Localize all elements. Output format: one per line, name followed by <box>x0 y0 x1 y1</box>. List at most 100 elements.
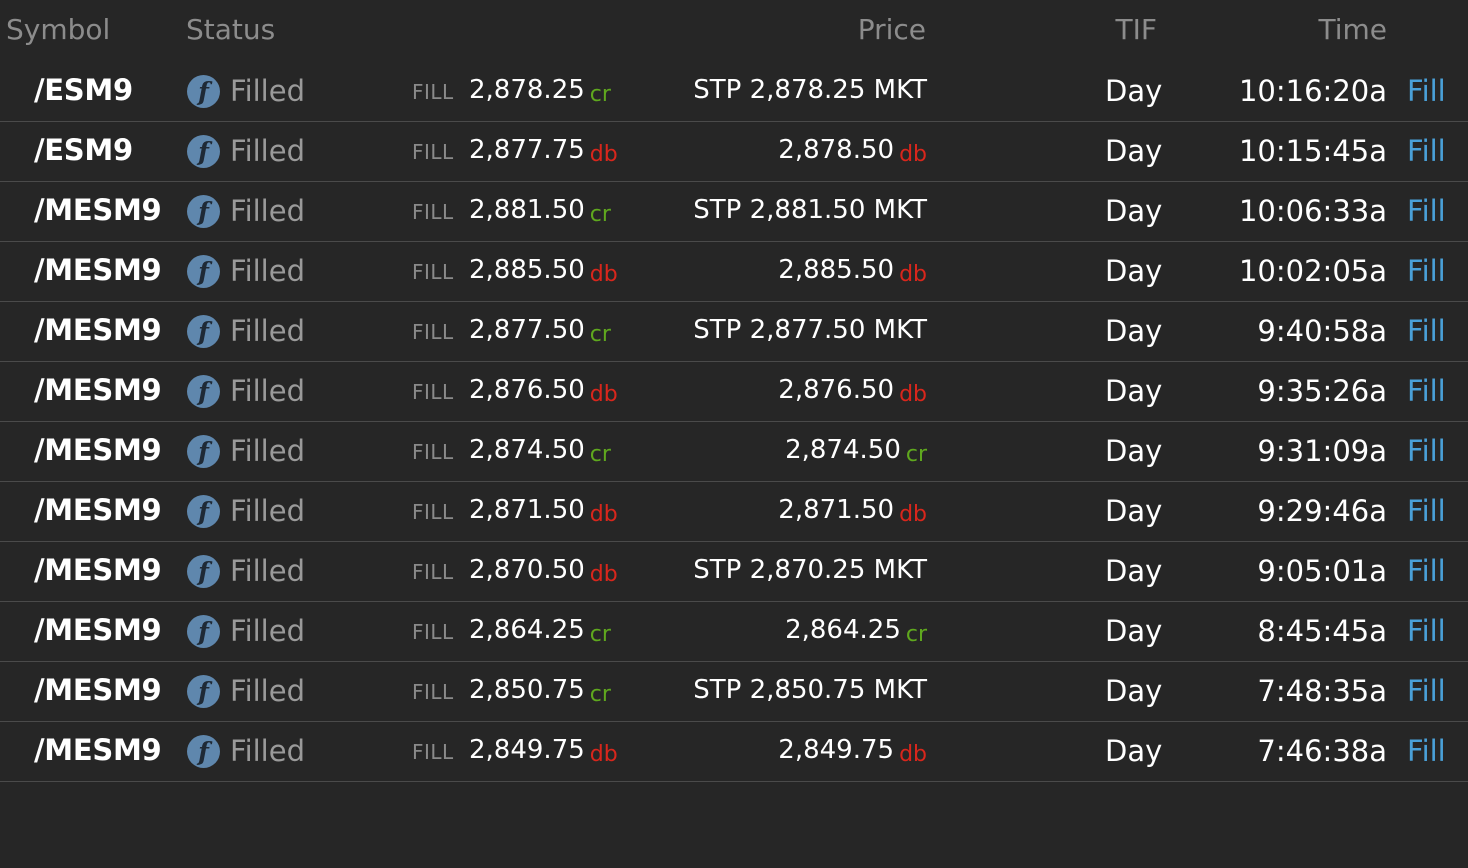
tif-cell: Day <box>1105 254 1163 288</box>
price-tag: cr <box>905 622 927 647</box>
status-cell: Filled <box>230 614 305 648</box>
status-cell: Filled <box>230 494 305 528</box>
symbol-cell[interactable]: /MESM9 <box>34 313 162 347</box>
time-cell: 9:31:09a <box>1257 434 1387 468</box>
filled-status-icon: f <box>187 495 220 528</box>
table-row[interactable]: /MESM9 f Filled FILL 2,876.50 db 2,876.50… <box>0 362 1468 422</box>
fill-link[interactable]: Fill <box>1407 134 1446 168</box>
filled-status-icon: f <box>187 555 220 588</box>
price-cell: STP 2,878.25 MKT <box>693 75 927 105</box>
table-row[interactable]: /MESM9 f Filled FILL 2,850.75 cr STP 2,85… <box>0 662 1468 722</box>
column-header-time[interactable]: Time <box>1318 13 1387 46</box>
fill-link[interactable]: Fill <box>1407 74 1446 108</box>
column-header-status[interactable]: Status <box>186 13 275 46</box>
fill-price-value: 2,849.75 <box>469 735 585 765</box>
tif-cell: Day <box>1105 554 1163 588</box>
status-cell: Filled <box>230 74 305 108</box>
price-value: STP 2,870.25 MKT <box>693 555 927 585</box>
symbol-cell[interactable]: /MESM9 <box>34 613 162 647</box>
table-row[interactable]: /ESM9 f Filled FILL 2,878.25 cr STP 2,878… <box>0 62 1468 122</box>
symbol-cell[interactable]: /ESM9 <box>34 73 133 107</box>
filled-status-icon: f <box>187 675 220 708</box>
fill-link[interactable]: Fill <box>1407 194 1446 228</box>
price-value: STP 2,850.75 MKT <box>693 675 927 705</box>
fill-link[interactable]: Fill <box>1407 674 1446 708</box>
fill-label: FILL <box>412 260 454 284</box>
tif-cell: Day <box>1105 74 1163 108</box>
symbol-cell[interactable]: /MESM9 <box>34 193 162 227</box>
symbol-cell[interactable]: /MESM9 <box>34 253 162 287</box>
price-tag: db <box>899 502 927 527</box>
table-row[interactable]: /MESM9 f Filled FILL 2,874.50 cr 2,874.50… <box>0 422 1468 482</box>
time-cell: 7:46:38a <box>1257 734 1387 768</box>
fill-price-tag: db <box>589 142 618 167</box>
fill-link[interactable]: Fill <box>1407 554 1446 588</box>
time-cell: 10:02:05a <box>1238 254 1387 288</box>
fill-price-value: 2,850.75 <box>469 675 585 705</box>
tif-cell: Day <box>1105 194 1163 228</box>
fill-price-cell: 2,874.50 cr <box>469 435 611 467</box>
fill-price-tag: cr <box>589 82 611 107</box>
tif-cell: Day <box>1105 374 1163 408</box>
column-header-tif[interactable]: TIF <box>1116 13 1157 46</box>
price-tag: db <box>899 142 927 167</box>
table-header: Symbol Status Price TIF Time <box>0 0 1468 62</box>
table-row[interactable]: /MESM9 f Filled FILL 2,849.75 db 2,849.75… <box>0 722 1468 782</box>
fill-link[interactable]: Fill <box>1407 434 1446 468</box>
symbol-cell[interactable]: /ESM9 <box>34 133 133 167</box>
filled-status-icon: f <box>187 135 220 168</box>
symbol-cell[interactable]: /MESM9 <box>34 673 162 707</box>
price-cell: STP 2,850.75 MKT <box>693 675 927 705</box>
table-row[interactable]: /MESM9 f Filled FILL 2,877.50 cr STP 2,87… <box>0 302 1468 362</box>
fill-link[interactable]: Fill <box>1407 314 1446 348</box>
price-tag: db <box>899 262 927 287</box>
fill-link[interactable]: Fill <box>1407 734 1446 768</box>
price-value: 2,864.25 <box>785 615 901 645</box>
column-header-price[interactable]: Price <box>858 13 926 46</box>
fill-link[interactable]: Fill <box>1407 374 1446 408</box>
fill-price-cell: 2,877.50 cr <box>469 315 611 347</box>
price-cell: 2,864.25 cr <box>785 615 927 647</box>
table-row[interactable]: /MESM9 f Filled FILL 2,871.50 db 2,871.50… <box>0 482 1468 542</box>
fill-label: FILL <box>412 680 454 704</box>
symbol-cell[interactable]: /MESM9 <box>34 433 162 467</box>
fill-price-value: 2,864.25 <box>469 615 585 645</box>
fill-price-value: 2,878.25 <box>469 75 585 105</box>
table-row[interactable]: /MESM9 f Filled FILL 2,870.50 db STP 2,87… <box>0 542 1468 602</box>
fill-label: FILL <box>412 440 454 464</box>
filled-status-icon: f <box>187 615 220 648</box>
time-cell: 10:06:33a <box>1238 194 1387 228</box>
price-cell: 2,876.50 db <box>778 375 927 407</box>
symbol-cell[interactable]: /MESM9 <box>34 733 162 767</box>
tif-cell: Day <box>1105 674 1163 708</box>
column-header-symbol[interactable]: Symbol <box>6 13 110 46</box>
symbol-cell[interactable]: /MESM9 <box>34 553 162 587</box>
table-row[interactable]: /MESM9 f Filled FILL 2,881.50 cr STP 2,88… <box>0 182 1468 242</box>
fill-price-cell: 2,878.25 cr <box>469 75 611 107</box>
table-row[interactable]: /ESM9 f Filled FILL 2,877.75 db 2,878.50 d… <box>0 122 1468 182</box>
fill-link[interactable]: Fill <box>1407 254 1446 288</box>
fill-link[interactable]: Fill <box>1407 494 1446 528</box>
time-cell: 9:05:01a <box>1257 554 1387 588</box>
filled-status-icon: f <box>187 735 220 768</box>
fill-price-value: 2,870.50 <box>469 555 585 585</box>
fill-label: FILL <box>412 620 454 644</box>
symbol-cell[interactable]: /MESM9 <box>34 493 162 527</box>
symbol-cell[interactable]: /MESM9 <box>34 373 162 407</box>
fill-link[interactable]: Fill <box>1407 614 1446 648</box>
table-row[interactable]: /MESM9 f Filled FILL 2,885.50 db 2,885.50… <box>0 242 1468 302</box>
fill-label: FILL <box>412 380 454 404</box>
fill-price-value: 2,877.75 <box>469 135 585 165</box>
fill-label: FILL <box>412 500 454 524</box>
time-cell: 9:29:46a <box>1257 494 1387 528</box>
fill-price-tag: cr <box>589 622 611 647</box>
status-cell: Filled <box>230 374 305 408</box>
fill-price-tag: db <box>589 502 618 527</box>
table-row[interactable]: /MESM9 f Filled FILL 2,864.25 cr 2,864.25… <box>0 602 1468 662</box>
time-cell: 8:45:45a <box>1257 614 1387 648</box>
tif-cell: Day <box>1105 734 1163 768</box>
status-cell: Filled <box>230 434 305 468</box>
status-cell: Filled <box>230 314 305 348</box>
fill-price-value: 2,876.50 <box>469 375 585 405</box>
filled-status-icon: f <box>187 315 220 348</box>
